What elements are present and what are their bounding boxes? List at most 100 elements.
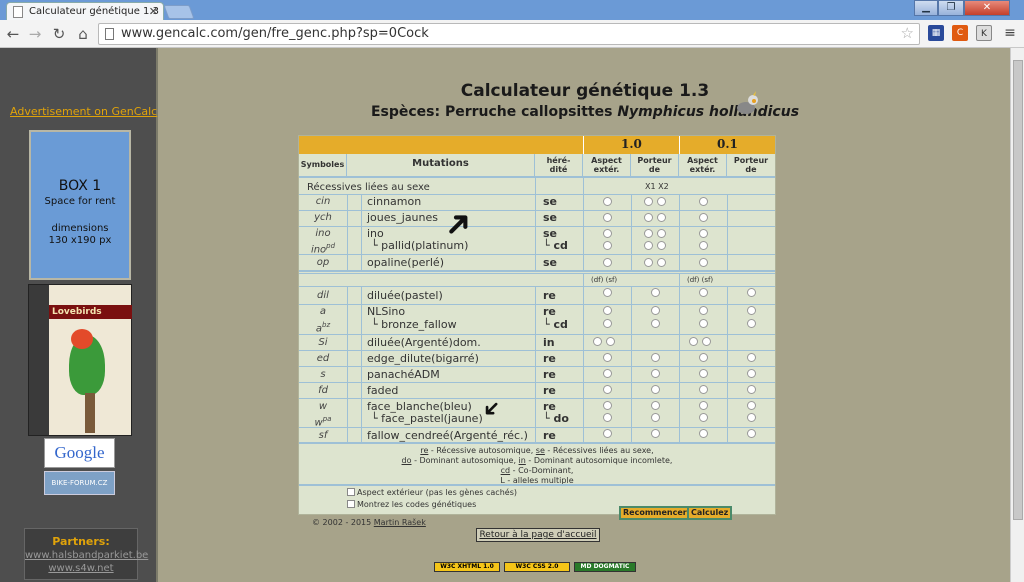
home-icon[interactable]: ⌂ (74, 25, 92, 43)
bikeforum-banner[interactable]: BIKE-FORUM.CZ (44, 471, 115, 495)
radio-aspect-female[interactable] (699, 385, 708, 394)
row-heredity: └ cd (543, 239, 568, 252)
radio-aspect-female[interactable] (699, 319, 708, 328)
radio-aspect-female[interactable] (699, 306, 708, 315)
radio-carrier-x2[interactable] (657, 241, 666, 250)
radio-carrier-x2[interactable] (657, 258, 666, 267)
radio-carrier-x2[interactable] (657, 229, 666, 238)
radio-aspect-male[interactable] (603, 369, 612, 378)
radio-carrier-male[interactable] (651, 385, 660, 394)
radio-aspect-female-sf[interactable] (702, 337, 711, 346)
radio-aspect-male[interactable] (603, 241, 612, 250)
radio-aspect-male[interactable] (603, 385, 612, 394)
radio-aspect-male[interactable] (603, 197, 612, 206)
menu-icon[interactable]: ≡ (1002, 25, 1018, 41)
partner-link-1[interactable]: www.halsbandparkiet.be (25, 550, 148, 561)
radio-carrier-x1[interactable] (644, 229, 653, 238)
radio-aspect-male[interactable] (603, 258, 612, 267)
radio-carrier-female[interactable] (747, 413, 756, 422)
radio-aspect-female[interactable] (699, 401, 708, 410)
bookmark-star-icon[interactable]: ☆ (901, 24, 914, 42)
extension-icon[interactable]: ▦ (928, 25, 944, 41)
radio-carrier-female[interactable] (747, 319, 756, 328)
dogmatic-badge[interactable]: MD DOGMATIC (574, 562, 636, 572)
radio-carrier-x1[interactable] (644, 258, 653, 267)
google-logo[interactable]: Google (44, 438, 115, 468)
radio-aspect-female[interactable] (699, 241, 708, 250)
maximize-button[interactable]: ❐ (938, 0, 964, 16)
back-icon[interactable]: ← (4, 25, 22, 43)
radio-aspect-male-df[interactable] (593, 337, 602, 346)
calculate-button[interactable]: Calculez (687, 506, 733, 520)
lovebirds-book-ad[interactable]: Lovebirds (28, 284, 132, 436)
aspect-checkbox[interactable] (347, 488, 355, 496)
radio-aspect-male[interactable] (603, 213, 612, 222)
radio-carrier-x1[interactable] (644, 213, 653, 222)
radio-aspect-female[interactable] (699, 197, 708, 206)
radio-aspect-male[interactable] (603, 306, 612, 315)
legend-code: in (518, 456, 526, 465)
radio-carrier-female[interactable] (747, 306, 756, 315)
advertisement-link[interactable]: Advertisement on GenCalc (10, 105, 157, 118)
radio-carrier-male[interactable] (651, 353, 660, 362)
close-icon[interactable]: ✕ (149, 5, 158, 18)
radio-aspect-female[interactable] (699, 353, 708, 362)
radio-carrier-female[interactable] (747, 353, 756, 362)
scrollbar[interactable] (1010, 48, 1024, 582)
radio-carrier-female[interactable] (747, 429, 756, 438)
radio-aspect-female[interactable] (699, 413, 708, 422)
radio-carrier-male[interactable] (651, 429, 660, 438)
radio-aspect-male[interactable] (603, 229, 612, 238)
w3c-xhtml-badge[interactable]: W3C XHTML 1.0 (434, 562, 500, 572)
radio-carrier-female[interactable] (747, 385, 756, 394)
radio-aspect-male[interactable] (603, 413, 612, 422)
w3c-css-badge[interactable]: W3C CSS 2.0 (504, 562, 570, 572)
radio-aspect-female[interactable] (699, 288, 708, 297)
radio-carrier-male[interactable] (651, 288, 660, 297)
radio-carrier-female[interactable] (747, 288, 756, 297)
scrollbar-thumb[interactable] (1013, 60, 1023, 520)
address-bar[interactable]: www.gencalc.com/gen/fre_genc.php?sp=0Coc… (98, 23, 920, 45)
window-close-button[interactable]: ✕ (964, 0, 1010, 16)
radio-aspect-male[interactable] (603, 288, 612, 297)
reload-icon[interactable]: ↻ (50, 25, 68, 43)
radio-carrier-female[interactable] (747, 401, 756, 410)
radio-carrier-male[interactable] (651, 369, 660, 378)
radio-aspect-female[interactable] (699, 369, 708, 378)
reset-button[interactable]: Recommencer (619, 506, 691, 520)
radio-carrier-x1[interactable] (644, 241, 653, 250)
browser-tab[interactable]: Calculateur génétique 1.3 ✕ (6, 2, 164, 20)
radio-carrier-male[interactable] (651, 306, 660, 315)
radio-carrier-male[interactable] (651, 413, 660, 422)
row-symbol: dil (317, 290, 329, 301)
radio-aspect-female-df[interactable] (689, 337, 698, 346)
radio-aspect-female[interactable] (699, 229, 708, 238)
author-link[interactable]: Martin Rašek (374, 518, 426, 527)
radio-aspect-male-sf[interactable] (606, 337, 615, 346)
extension-icon[interactable]: C (952, 25, 968, 41)
radio-aspect-female[interactable] (699, 213, 708, 222)
forward-icon[interactable]: → (26, 25, 44, 43)
radio-carrier-male[interactable] (651, 319, 660, 328)
col-asp-1b: Aspect (687, 156, 718, 165)
ad-box[interactable]: BOX 1 Space for rent dimensions 130 x190 … (29, 130, 131, 280)
option-aspect[interactable]: Aspect extérieur (pas les gènes cachés) (347, 488, 517, 497)
radio-carrier-x2[interactable] (657, 197, 666, 206)
radio-aspect-male[interactable] (603, 401, 612, 410)
radio-carrier-x1[interactable] (644, 197, 653, 206)
new-tab-button[interactable] (163, 5, 195, 19)
codes-checkbox[interactable] (347, 500, 355, 508)
radio-carrier-x2[interactable] (657, 213, 666, 222)
radio-aspect-female[interactable] (699, 429, 708, 438)
radio-aspect-male[interactable] (603, 319, 612, 328)
partner-link-2[interactable]: www.s4w.net (25, 563, 137, 574)
option-codes[interactable]: Montrez les codes génétiques (347, 500, 517, 509)
radio-aspect-male[interactable] (603, 353, 612, 362)
radio-aspect-female[interactable] (699, 258, 708, 267)
radio-carrier-male[interactable] (651, 401, 660, 410)
minimize-button[interactable]: ▁ (914, 0, 938, 16)
extension-icon[interactable]: K (976, 25, 992, 41)
radio-carrier-female[interactable] (747, 369, 756, 378)
radio-aspect-male[interactable] (603, 429, 612, 438)
home-link[interactable]: Retour à la page d'accueil (476, 528, 600, 542)
